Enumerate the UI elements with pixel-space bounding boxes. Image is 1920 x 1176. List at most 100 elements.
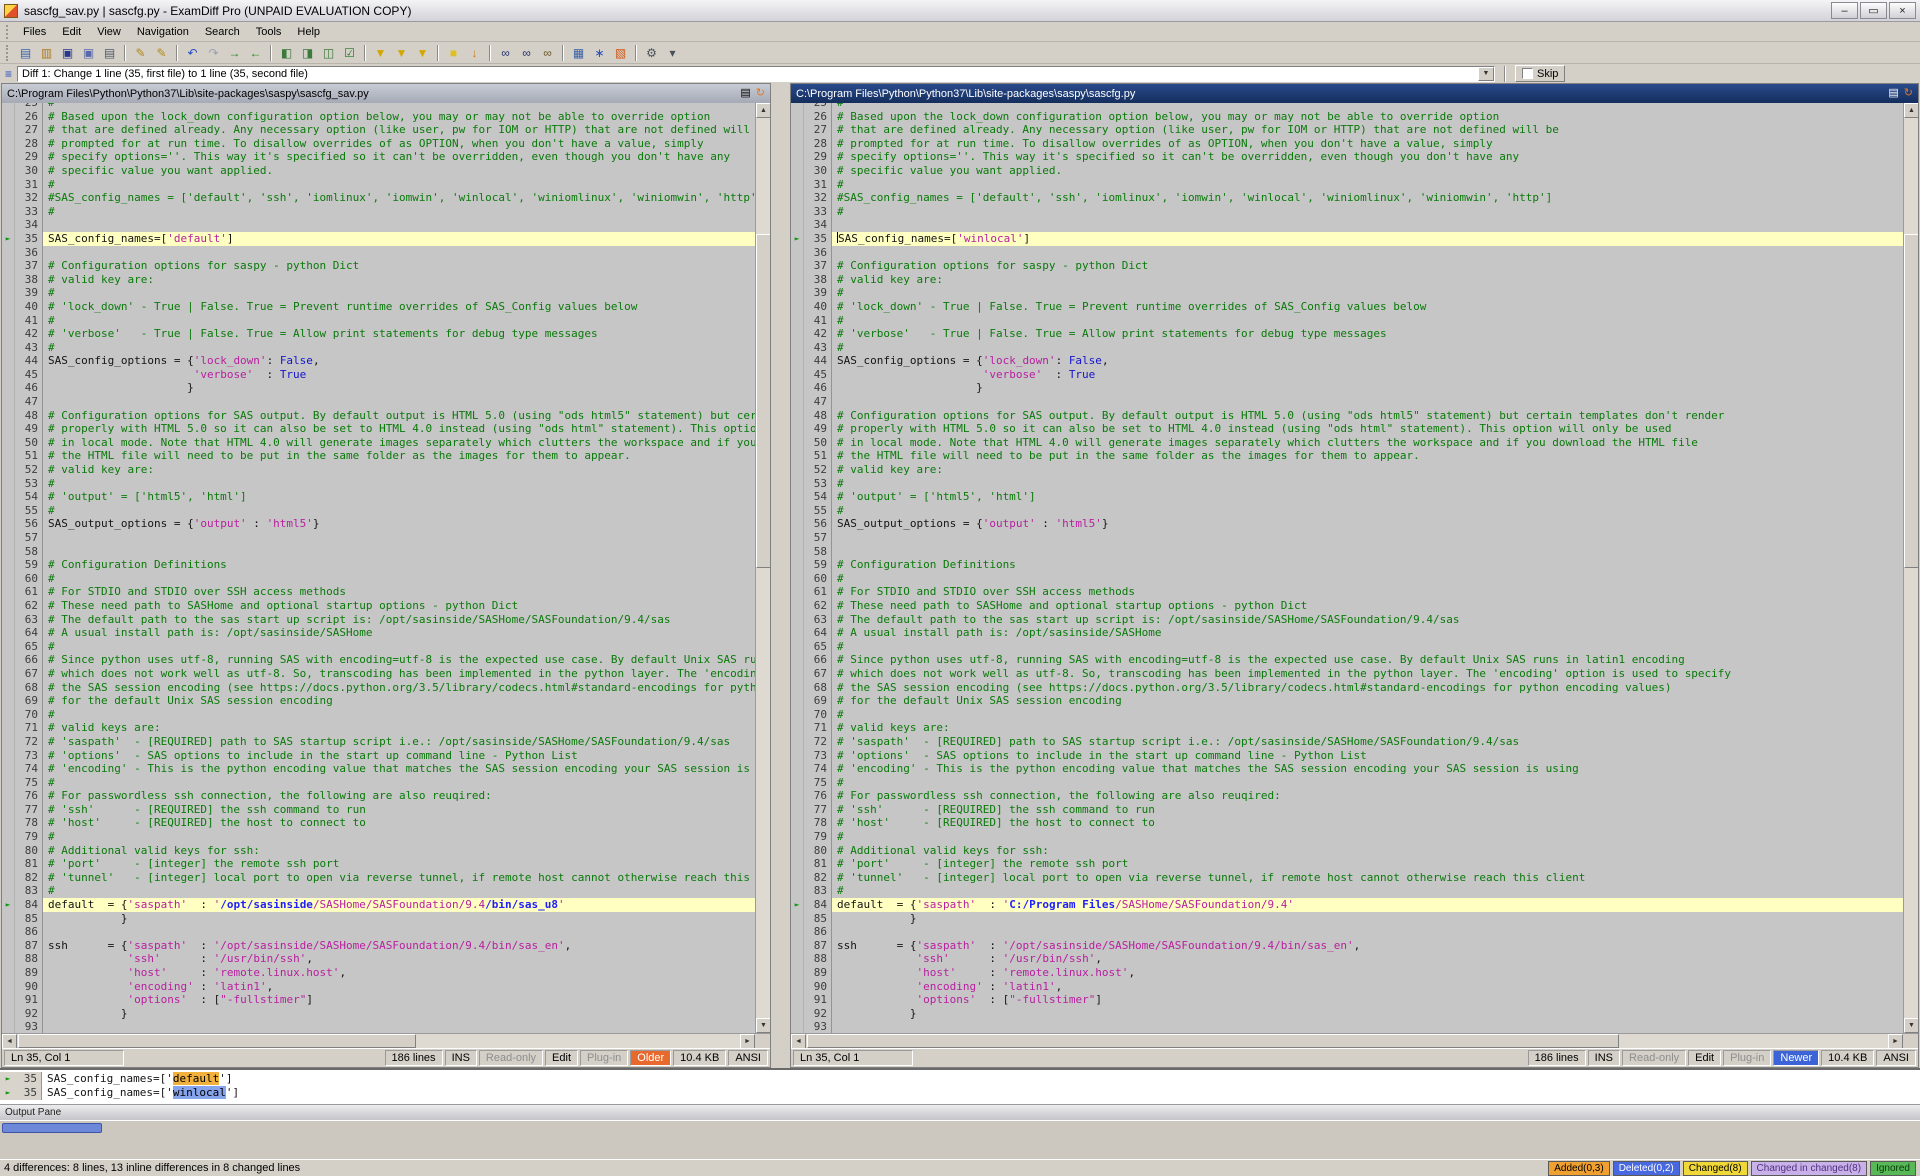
line-text[interactable]: # in local mode. Note that HTML 4.0 will… bbox=[832, 436, 1903, 450]
left-scroll-up-button[interactable]: ▲ bbox=[756, 103, 770, 118]
print-icon[interactable]: ▤ bbox=[99, 44, 120, 62]
line-text[interactable]: # 'ssh' - [REQUIRED] the ssh command to … bbox=[832, 803, 1903, 817]
line-text[interactable]: ssh = {'saspath' : '/opt/sasinside/SASHo… bbox=[832, 939, 1903, 953]
edit-first-file-icon[interactable]: ✎ bbox=[130, 44, 151, 62]
line-text[interactable]: # For STDIO and STDIO over SSH access me… bbox=[43, 585, 755, 599]
line-text[interactable]: # bbox=[832, 504, 1903, 518]
redo-icon[interactable]: ↷ bbox=[203, 44, 224, 62]
line-text[interactable] bbox=[43, 545, 755, 559]
line-text[interactable]: #SAS_config_names = ['default', 'ssh', '… bbox=[832, 191, 1903, 205]
left-pane-refresh-icon[interactable]: ↻ bbox=[756, 88, 765, 99]
line-text[interactable]: } bbox=[832, 381, 1903, 395]
line-text[interactable]: # that are defined already. Any necessar… bbox=[43, 123, 755, 137]
line-text[interactable]: # specify options=''. This way it's spec… bbox=[43, 150, 755, 164]
line-text[interactable]: # bbox=[43, 205, 755, 219]
line-text[interactable]: SAS_output_options = {'output' : 'html5'… bbox=[43, 517, 755, 531]
right-scroll-up-button[interactable]: ▲ bbox=[1904, 103, 1918, 118]
line-text[interactable]: # bbox=[43, 572, 755, 586]
save-icon[interactable]: ▣ bbox=[57, 44, 78, 62]
xml-report-icon[interactable]: ▧ bbox=[610, 44, 631, 62]
next-difference-icon[interactable]: ↓ bbox=[464, 44, 485, 62]
line-text[interactable]: # bbox=[43, 314, 755, 328]
line-text[interactable]: SAS_config_options = {'lock_down': False… bbox=[43, 354, 755, 368]
auto-sync-icon[interactable]: ☑ bbox=[339, 44, 360, 62]
line-text[interactable]: # the HTML file will need to be put in t… bbox=[43, 449, 755, 463]
line-text[interactable]: # 'tunnel' - [integer] local port to ope… bbox=[43, 871, 755, 885]
line-text[interactable]: # 'encoding' - This is the python encodi… bbox=[832, 762, 1903, 776]
line-text[interactable]: # 'host' - [REQUIRED] the host to connec… bbox=[832, 816, 1903, 830]
line-text[interactable]: # valid key are: bbox=[43, 273, 755, 287]
line-text[interactable]: SAS_output_options = {'output' : 'html5'… bbox=[832, 517, 1903, 531]
line-text[interactable]: } bbox=[832, 1007, 1903, 1021]
line-text[interactable]: # bbox=[832, 178, 1903, 192]
statistics-icon[interactable]: ▦ bbox=[568, 44, 589, 62]
line-text[interactable]: 'ssh' : '/usr/bin/ssh', bbox=[832, 952, 1903, 966]
edit-second-file-icon[interactable]: ✎ bbox=[151, 44, 172, 62]
show-left-pane-icon[interactable]: ◧ bbox=[276, 44, 297, 62]
line-text[interactable] bbox=[43, 1020, 755, 1033]
current-diff-selector[interactable]: Diff 1: Change 1 line (35, first file) t… bbox=[17, 66, 1495, 82]
line-text[interactable] bbox=[832, 395, 1903, 409]
line-text[interactable]: # properly with HTML 5.0 so it can also … bbox=[832, 422, 1903, 436]
line-text[interactable]: # Configuration options for SAS output. … bbox=[43, 409, 755, 423]
line-text[interactable]: 'verbose' : True bbox=[832, 368, 1903, 382]
line-text[interactable]: # 'output' = ['html5', 'html'] bbox=[832, 490, 1903, 504]
line-text[interactable]: # A usual install path is: /opt/sasinsid… bbox=[43, 626, 755, 640]
line-text[interactable]: # bbox=[43, 640, 755, 654]
line-text[interactable]: SAS_config_names=['default'] bbox=[43, 232, 755, 246]
line-text[interactable]: # valid keys are: bbox=[43, 721, 755, 735]
left-code-area[interactable]: 25#26# Based upon the lock_down configur… bbox=[2, 103, 755, 1033]
line-text[interactable]: # bbox=[43, 341, 755, 355]
line-text[interactable]: # Since python uses utf-8, running SAS w… bbox=[43, 653, 755, 667]
line-text[interactable]: # Since python uses utf-8, running SAS w… bbox=[832, 653, 1903, 667]
output-pane-scroll-thumb[interactable] bbox=[2, 1123, 102, 1133]
line-text[interactable]: # bbox=[832, 341, 1903, 355]
line-text[interactable] bbox=[832, 925, 1903, 939]
save-as-icon[interactable]: ▣ bbox=[78, 44, 99, 62]
menu-files[interactable]: Files bbox=[15, 23, 54, 41]
line-text[interactable] bbox=[832, 1020, 1903, 1033]
line-text[interactable]: default = {'saspath' : 'C:/Program Files… bbox=[832, 898, 1903, 912]
right-scroll-left-button[interactable]: ◄ bbox=[791, 1034, 806, 1049]
copy-block-right-icon[interactable]: → bbox=[224, 44, 245, 62]
find-next-icon[interactable]: ∞ bbox=[516, 44, 537, 62]
line-text[interactable]: # 'output' = ['html5', 'html'] bbox=[43, 490, 755, 504]
left-hscroll-track[interactable] bbox=[17, 1034, 740, 1048]
line-text[interactable]: 'encoding' : 'latin1', bbox=[43, 980, 755, 994]
line-text[interactable]: # 'port' - [integer] the remote ssh port bbox=[832, 857, 1903, 871]
line-text[interactable]: # specify options=''. This way it's spec… bbox=[832, 150, 1903, 164]
line-text[interactable]: # specific value you want applied. bbox=[832, 164, 1903, 178]
line-text[interactable]: # Configuration options for SAS output. … bbox=[832, 409, 1903, 423]
line-text[interactable]: # that are defined already. Any necessar… bbox=[832, 123, 1903, 137]
line-text[interactable]: # These need path to SASHome and optiona… bbox=[43, 599, 755, 613]
line-text[interactable] bbox=[832, 246, 1903, 260]
line-text[interactable]: 'ssh' : '/usr/bin/ssh', bbox=[43, 952, 755, 966]
line-text[interactable]: # Configuration options for saspy - pyth… bbox=[43, 259, 755, 273]
highlight-icon[interactable]: ■ bbox=[443, 44, 464, 62]
right-scroll-down-button[interactable]: ▼ bbox=[1904, 1018, 1918, 1033]
line-text[interactable] bbox=[832, 218, 1903, 232]
output-pane-caption[interactable]: Output Pane bbox=[0, 1104, 1920, 1120]
find-icon[interactable]: ∞ bbox=[495, 44, 516, 62]
skip-button[interactable]: Skip bbox=[1515, 65, 1565, 82]
settings-dropdown-icon[interactable]: ▾ bbox=[662, 44, 683, 62]
line-text[interactable]: # bbox=[832, 884, 1903, 898]
line-text[interactable] bbox=[43, 925, 755, 939]
left-scroll-right-button[interactable]: ► bbox=[740, 1034, 755, 1049]
right-pane-print-icon[interactable]: ▤ bbox=[1888, 88, 1898, 99]
diff-dropdown-button[interactable]: ▼ bbox=[1478, 67, 1494, 81]
line-text[interactable]: # bbox=[832, 477, 1903, 491]
menu-edit[interactable]: Edit bbox=[54, 23, 89, 41]
left-pane-header[interactable]: C:\Program Files\Python\Python37\Lib\sit… bbox=[2, 84, 770, 103]
line-text[interactable]: # A usual install path is: /opt/sasinsid… bbox=[832, 626, 1903, 640]
undo-icon[interactable]: ↶ bbox=[182, 44, 203, 62]
line-text[interactable]: ssh = {'saspath' : '/opt/sasinside/SASHo… bbox=[43, 939, 755, 953]
left-horizontal-scrollbar[interactable]: ◄ ► bbox=[2, 1034, 755, 1048]
line-text[interactable]: SAS_config_options = {'lock_down': False… bbox=[832, 354, 1903, 368]
line-text[interactable]: # bbox=[43, 477, 755, 491]
line-text[interactable]: # 'lock_down' - True | False. True = Pre… bbox=[43, 300, 755, 314]
line-text[interactable]: 'options' : ["-fullstimer"] bbox=[832, 993, 1903, 1007]
toolbar-grip[interactable] bbox=[6, 45, 11, 61]
line-text[interactable]: # bbox=[43, 830, 755, 844]
line-text[interactable]: # 'port' - [integer] the remote ssh port bbox=[43, 857, 755, 871]
